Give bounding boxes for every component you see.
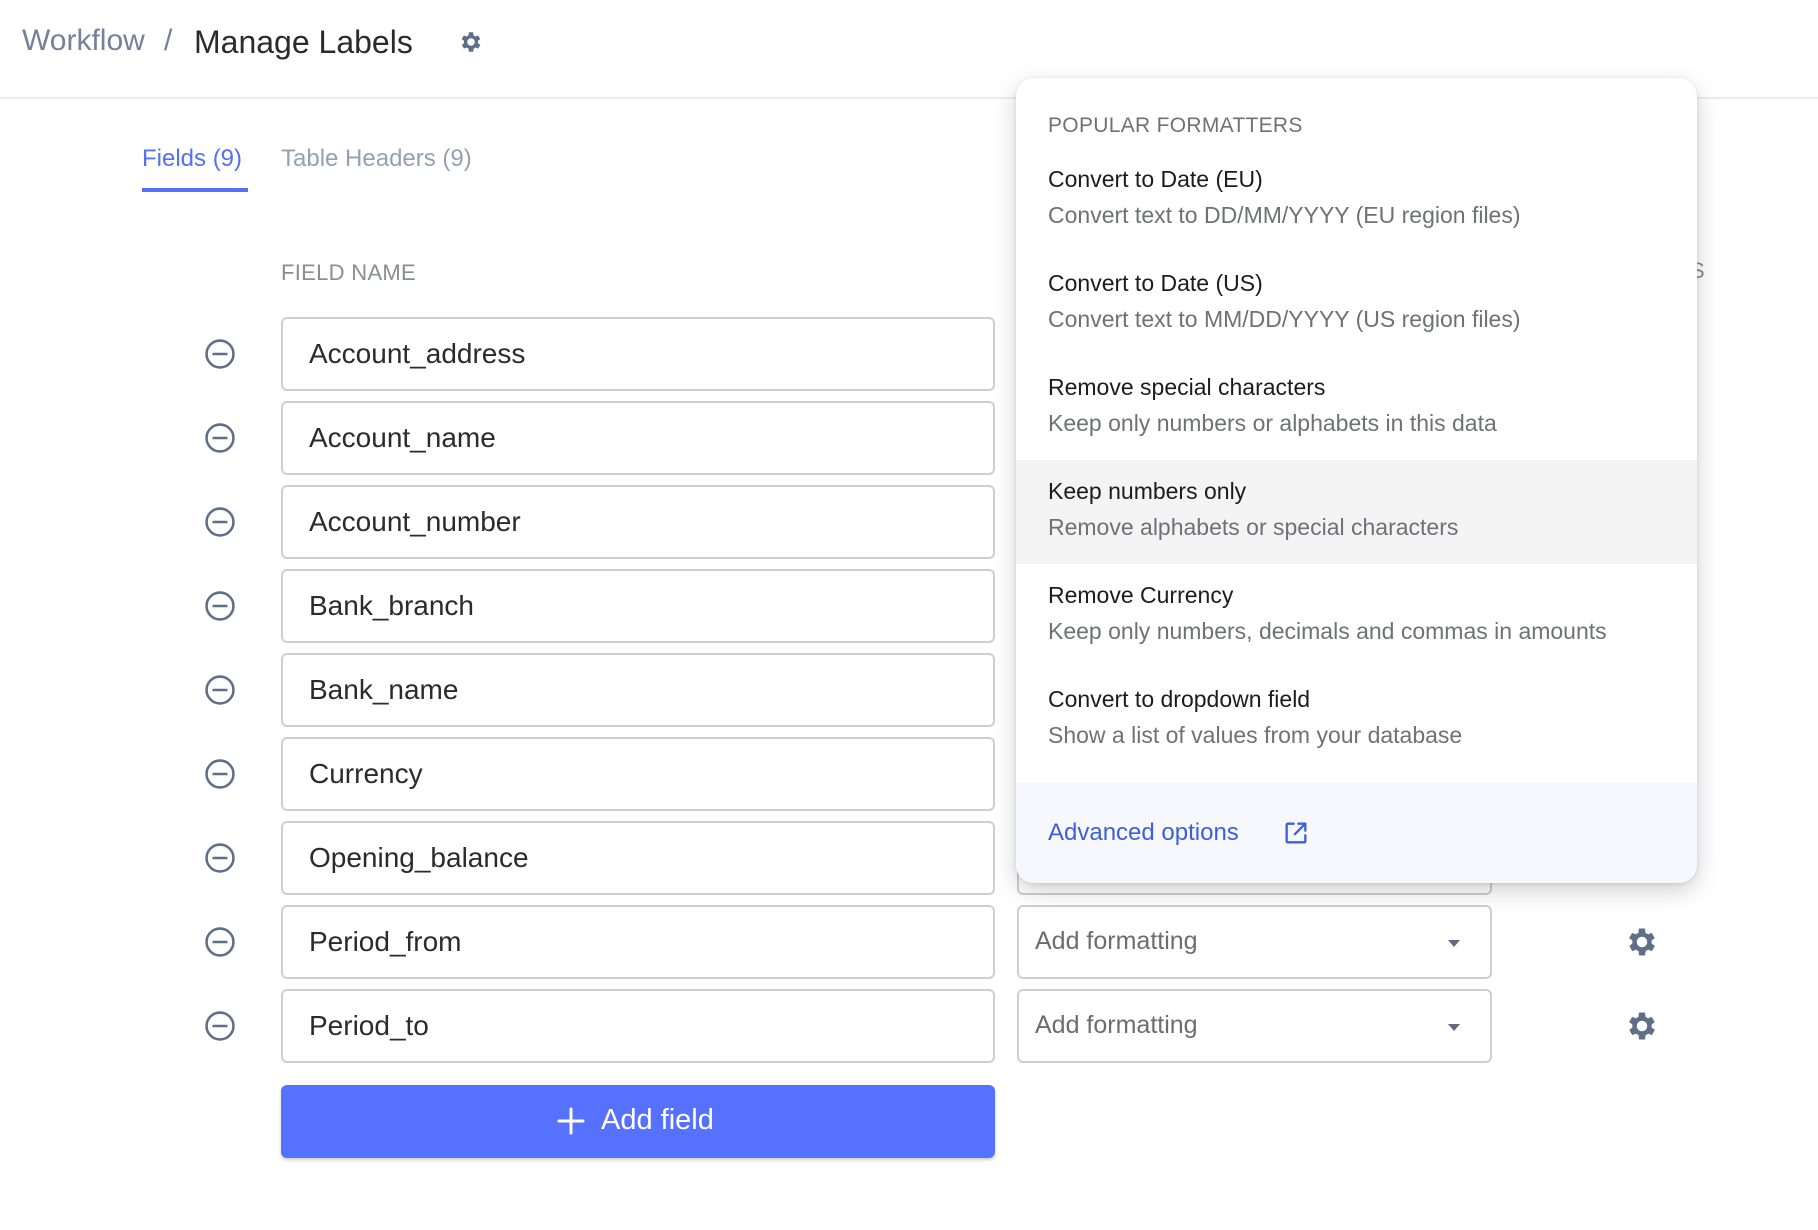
field-name-input[interactable] [281, 485, 995, 559]
formatter-option[interactable]: Convert to dropdown field Show a list of … [1016, 668, 1697, 772]
remove-field-icon[interactable] [203, 757, 237, 791]
field-name-input[interactable] [281, 737, 995, 811]
format-select-placeholder: Add formatting [1035, 927, 1198, 955]
field-name-input[interactable] [281, 401, 995, 475]
remove-field-icon[interactable] [203, 589, 237, 623]
field-name-input[interactable] [281, 653, 995, 727]
formatter-option-description: Convert text to DD/MM/YYYY (EU region fi… [1048, 202, 1521, 228]
formatter-option-title: Convert to dropdown field [1048, 686, 1311, 712]
remove-field-icon[interactable] [203, 337, 237, 371]
field-name-input[interactable] [281, 989, 995, 1063]
field-name-input[interactable] [281, 905, 995, 979]
popup-footer: Advanced options [1016, 783, 1697, 883]
page-title: Manage Labels [194, 24, 413, 60]
formatter-option[interactable]: Convert to Date (US) Convert text to MM/D… [1016, 252, 1697, 356]
active-tab-indicator [142, 188, 248, 192]
formatter-dropdown-menu: POPULAR FORMATTERS Convert to Date (EU) C… [1016, 78, 1697, 883]
formatter-option[interactable]: Keep numbers only Remove alphabets or spe… [1016, 460, 1697, 564]
field-name-input[interactable] [281, 317, 995, 391]
advanced-options-link[interactable]: Advanced options [1048, 819, 1239, 847]
format-select[interactable]: Add formatting [1017, 905, 1492, 979]
field-settings-gear-icon[interactable] [1624, 924, 1660, 960]
formatter-option-title: Remove special characters [1048, 374, 1326, 400]
add-field-button[interactable]: Add field [281, 1085, 995, 1158]
field-name-input[interactable] [281, 821, 995, 895]
tab-fields[interactable]: Fields (9) [142, 145, 242, 173]
formatter-option[interactable]: Remove special characters Keep only numbe… [1016, 356, 1697, 460]
remove-field-icon[interactable] [203, 505, 237, 539]
caret-down-icon [1448, 1024, 1460, 1031]
field-name-column-header: FIELD NAME [281, 260, 417, 285]
formatter-option-description: Keep only numbers or alphabets in this d… [1048, 410, 1497, 436]
formatter-option-description: Show a list of values from your database [1048, 722, 1463, 748]
remove-field-icon[interactable] [203, 841, 237, 875]
gear-icon[interactable] [458, 29, 484, 55]
formatter-option-description: Keep only numbers, decimals and commas i… [1048, 618, 1607, 644]
formatter-option-title: Remove Currency [1048, 582, 1234, 608]
remove-field-icon[interactable] [203, 673, 237, 707]
plus-icon [557, 1107, 585, 1135]
field-settings-gear-icon[interactable] [1624, 1008, 1660, 1044]
remove-field-icon[interactable] [203, 925, 237, 959]
field-name-input[interactable] [281, 569, 995, 643]
add-field-label: Add field [601, 1104, 714, 1136]
formatter-option-title: Convert to Date (EU) [1048, 166, 1263, 192]
popup-heading: POPULAR FORMATTERS [1048, 114, 1303, 137]
breadcrumb-separator: / [164, 24, 173, 57]
formatter-option[interactable]: Remove Currency Keep only numbers, decima… [1016, 564, 1697, 668]
formatter-option-title: Convert to Date (US) [1048, 270, 1263, 296]
formatter-option-description: Remove alphabets or special characters [1048, 514, 1459, 540]
caret-down-icon [1448, 940, 1460, 947]
formatter-option-description: Convert text to MM/DD/YYYY (US region fi… [1048, 306, 1521, 332]
tab-table-headers[interactable]: Table Headers (9) [281, 145, 472, 173]
format-select[interactable]: Add formatting [1017, 989, 1492, 1063]
remove-field-icon[interactable] [203, 1009, 237, 1043]
breadcrumb-workflow[interactable]: Workflow [22, 24, 145, 58]
external-link-icon[interactable] [1282, 819, 1310, 847]
format-select-placeholder: Add formatting [1035, 1011, 1198, 1039]
remove-field-icon[interactable] [203, 421, 237, 455]
formatter-option-title: Keep numbers only [1048, 478, 1247, 504]
formatter-option[interactable]: Convert to Date (EU) Convert text to DD/M… [1016, 148, 1697, 252]
